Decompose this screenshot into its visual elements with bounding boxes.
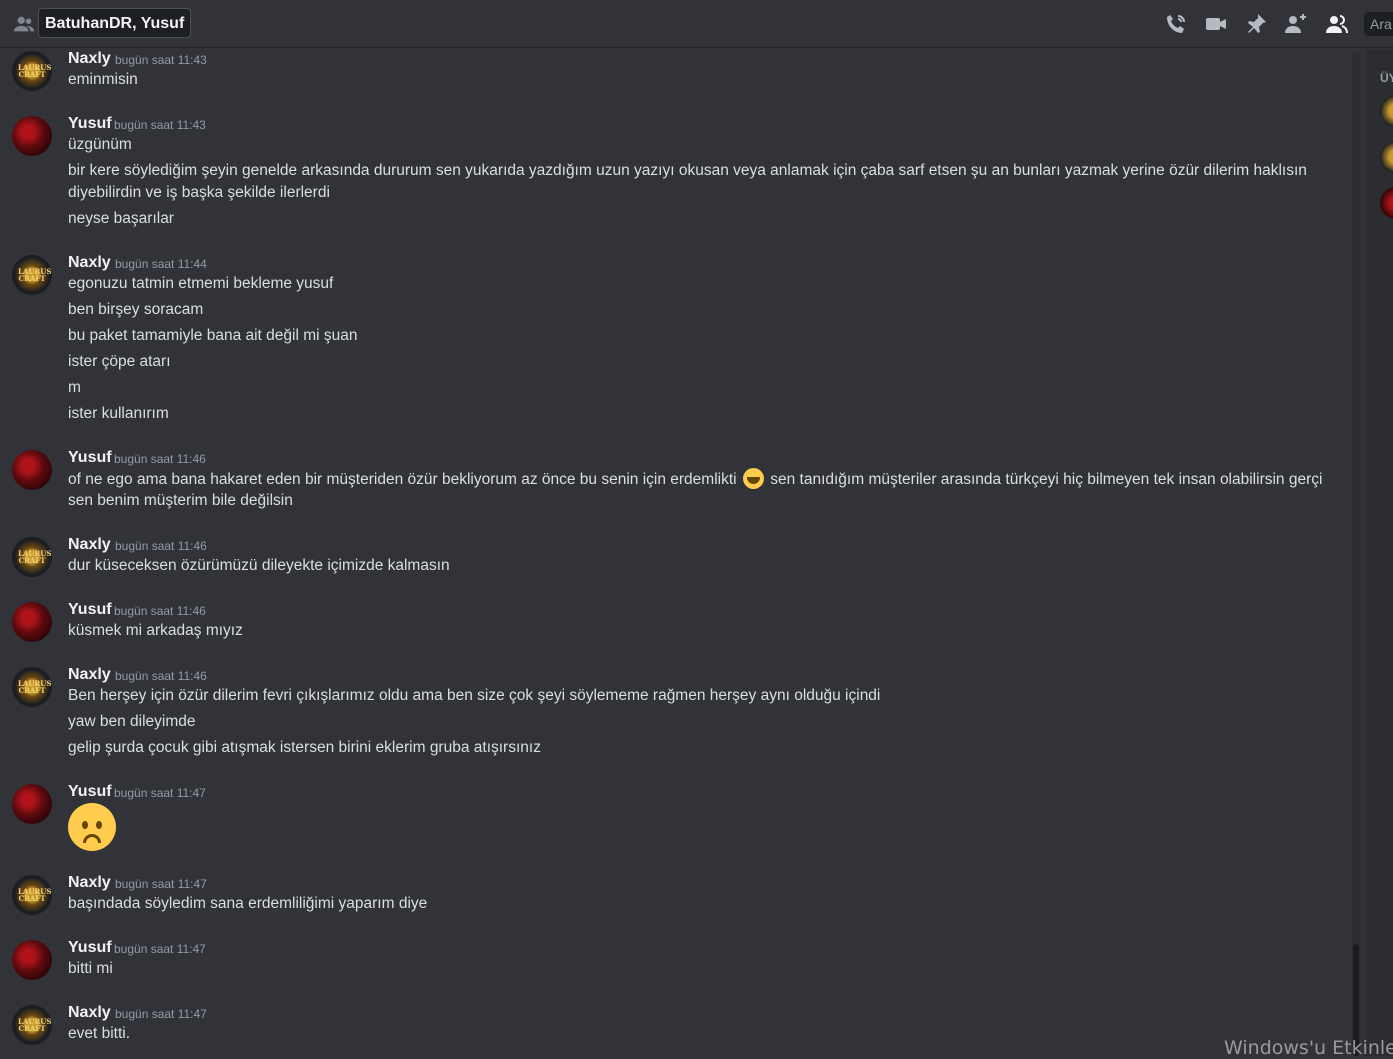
members-icon[interactable] bbox=[1324, 12, 1348, 36]
message-list: LAURUS CRAFT Naxly bugün saat 11:43 emin… bbox=[0, 49, 1350, 1056]
message-text: ister çöpe atarı bbox=[68, 353, 171, 370]
avatar[interactable]: LAURUS CRAFT bbox=[12, 667, 52, 707]
author-name[interactable]: Yusuf bbox=[68, 114, 112, 134]
channel-header: BatuhanDR, Yusuf Ara bbox=[0, 0, 1393, 48]
timestamp: bugün saat 11:43 bbox=[115, 53, 207, 67]
author-name[interactable]: Naxly bbox=[68, 49, 111, 69]
timestamp: bugün saat 11:46 bbox=[115, 539, 207, 553]
message-text: egonuzu tatmin etmemi bekleme yusuf bbox=[68, 275, 334, 292]
timestamp: bugün saat 11:44 bbox=[115, 257, 207, 271]
message-text: eminmisin bbox=[68, 71, 138, 88]
message-text-part: sen tanıdığım müşteriler arasında türkçe… bbox=[770, 471, 1323, 488]
timestamp: bugün saat 11:46 bbox=[115, 669, 207, 683]
search-input[interactable]: Ara bbox=[1364, 12, 1393, 36]
author-name[interactable]: Naxly bbox=[68, 665, 111, 685]
author-name[interactable]: Naxly bbox=[68, 1003, 111, 1023]
avatar[interactable]: LAURUS CRAFT bbox=[12, 51, 52, 91]
message-text: sen benim müşterim bile değilsin bbox=[68, 492, 293, 509]
avatar[interactable]: LAURUS CRAFT bbox=[12, 875, 52, 915]
message-text: of ne ego ama bana hakaret eden bir müşt… bbox=[68, 468, 1322, 491]
message-text: m bbox=[68, 379, 81, 396]
author-name[interactable]: Yusuf bbox=[68, 782, 112, 802]
message-text: yaw ben dileyimde bbox=[68, 713, 196, 730]
message-text: Ben herşey için özür dilerim fevri çıkış… bbox=[68, 687, 881, 704]
scrollbar-track[interactable] bbox=[1352, 52, 1360, 1056]
author-name[interactable]: Naxly bbox=[68, 535, 111, 555]
pin-icon[interactable] bbox=[1244, 12, 1268, 36]
timestamp: bugün saat 11:43 bbox=[114, 118, 206, 132]
timestamp: bugün saat 11:47 bbox=[114, 786, 206, 800]
message-text: başındada söyledim sana erdemliliğimi ya… bbox=[68, 895, 428, 912]
member-list: ÜY bbox=[1366, 49, 1393, 1056]
avatar[interactable] bbox=[12, 450, 52, 490]
message-text: bu paket tamamiyle bana ait değil mi şua… bbox=[68, 327, 358, 344]
message-text: bitti mi bbox=[68, 960, 113, 977]
message-text: üzgünüm bbox=[68, 136, 132, 153]
message-text: ister kullanırım bbox=[68, 405, 169, 422]
group-title[interactable]: BatuhanDR, Yusuf bbox=[38, 8, 192, 38]
avatar[interactable] bbox=[12, 784, 52, 824]
author-name[interactable]: Naxly bbox=[68, 873, 111, 893]
timestamp: bugün saat 11:46 bbox=[114, 452, 206, 466]
avatar[interactable]: LAURUS CRAFT bbox=[12, 1005, 52, 1045]
timestamp: bugün saat 11:47 bbox=[115, 877, 207, 891]
message-text: neyse başarılar bbox=[68, 210, 174, 227]
message-text: diyebilirdin ve iş başka şekilde ilerler… bbox=[68, 184, 330, 201]
message-text: evet bitti. bbox=[68, 1025, 131, 1042]
author-name[interactable]: Naxly bbox=[68, 253, 111, 273]
call-icon[interactable] bbox=[1164, 12, 1188, 36]
member-avatar[interactable] bbox=[1380, 95, 1393, 127]
author-name[interactable]: Yusuf bbox=[68, 448, 112, 468]
message-text: dur küseceksen özürümüzü dileyekte içimi… bbox=[68, 557, 450, 574]
timestamp: bugün saat 11:47 bbox=[114, 942, 206, 956]
message-text: küsmek mi arkadaş mıyız bbox=[68, 622, 243, 639]
avatar[interactable]: LAURUS CRAFT bbox=[12, 537, 52, 577]
avatar[interactable] bbox=[12, 602, 52, 642]
avatar[interactable] bbox=[12, 940, 52, 980]
member-avatar[interactable] bbox=[1380, 141, 1393, 173]
avatar[interactable] bbox=[12, 116, 52, 156]
author-name[interactable]: Yusuf bbox=[68, 600, 112, 620]
avatar[interactable]: LAURUS CRAFT bbox=[12, 255, 52, 295]
video-icon[interactable] bbox=[1204, 12, 1228, 36]
timestamp: bugün saat 11:46 bbox=[114, 604, 206, 618]
friends-icon bbox=[13, 16, 35, 32]
message-text: bir kere söylediğim şeyin genelde arkası… bbox=[68, 162, 1307, 179]
member-avatar[interactable] bbox=[1380, 187, 1393, 219]
member-list-heading: ÜY bbox=[1380, 71, 1393, 85]
frowning-face-emoji[interactable] bbox=[68, 803, 116, 851]
message-text: gelip şurda çocuk gibi atışmak istersen … bbox=[68, 739, 541, 756]
add-member-icon[interactable] bbox=[1284, 12, 1308, 36]
message-text: ben birşey soracam bbox=[68, 301, 204, 318]
message-text-part: of ne ego ama bana hakaret eden bir müşt… bbox=[68, 471, 737, 488]
timestamp: bugün saat 11:47 bbox=[115, 1007, 207, 1021]
grinning-face-emoji[interactable] bbox=[742, 468, 764, 489]
author-name[interactable]: Yusuf bbox=[68, 938, 112, 958]
